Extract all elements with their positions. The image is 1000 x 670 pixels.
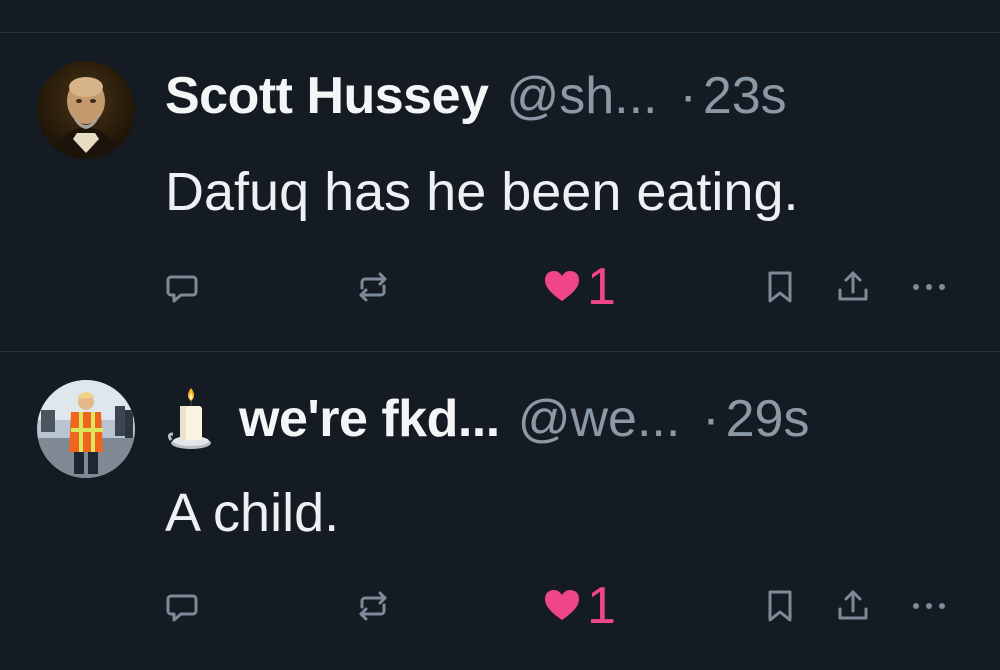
bookmark-icon — [768, 590, 792, 622]
more-options-button[interactable] — [910, 257, 948, 317]
tweet-header: we're fkd... @we... · 29s — [165, 386, 962, 452]
reply-button[interactable] — [163, 257, 201, 317]
timestamp[interactable]: 29s — [726, 386, 810, 452]
heart-icon — [545, 590, 579, 620]
display-name[interactable]: Scott Hussey — [165, 63, 489, 129]
heart-icon — [545, 271, 579, 301]
tweet-header: Scott Hussey @sh... · 23s — [165, 63, 962, 129]
more-options-button[interactable] — [910, 576, 948, 636]
avatar[interactable] — [37, 380, 135, 478]
photo-avatar-safety-vest-icon — [37, 380, 135, 478]
painted-portrait-avatar-icon — [37, 61, 135, 159]
tweet-actions: 1 — [0, 257, 1000, 317]
user-handle[interactable]: @sh... — [506, 63, 657, 129]
candle-emoji-icon — [165, 386, 217, 452]
timeline-feed: Scott Hussey @sh... · 23s Dafuq has he b… — [0, 0, 1000, 663]
like-count: 1 — [587, 577, 616, 635]
reply-icon — [166, 275, 198, 303]
reply-icon — [166, 594, 198, 622]
repost-button[interactable] — [354, 576, 392, 636]
bookmark-button[interactable] — [762, 576, 798, 636]
repost-icon — [359, 591, 387, 621]
display-name[interactable]: we're fkd... — [239, 386, 500, 452]
share-button[interactable] — [834, 257, 872, 317]
like-button[interactable]: 1 — [543, 576, 616, 636]
repost-icon — [359, 272, 387, 302]
repost-button[interactable] — [354, 257, 392, 317]
tweet-actions: 1 — [0, 576, 1000, 636]
share-button[interactable] — [834, 576, 872, 636]
tweet-text: Dafuq has he been eating. — [165, 162, 799, 222]
more-icon — [913, 284, 945, 290]
reply-button[interactable] — [163, 576, 201, 636]
user-handle[interactable]: @we... — [518, 386, 681, 452]
share-icon — [838, 590, 868, 620]
tweet-text: A child. — [165, 483, 340, 543]
share-icon — [838, 271, 868, 301]
tweet[interactable]: we're fkd... @we... · 29s A child. 1 — [0, 352, 1000, 670]
like-button[interactable]: 1 — [543, 257, 616, 317]
header-separator: · — [702, 390, 720, 448]
more-icon — [913, 603, 945, 609]
header-separator: · — [679, 67, 697, 125]
avatar[interactable] — [37, 61, 135, 159]
like-count: 1 — [587, 258, 616, 316]
timestamp[interactable]: 23s — [703, 63, 787, 129]
tweet[interactable]: Scott Hussey @sh... · 23s Dafuq has he b… — [0, 33, 1000, 351]
bookmark-button[interactable] — [762, 257, 798, 317]
bookmark-icon — [768, 271, 792, 303]
